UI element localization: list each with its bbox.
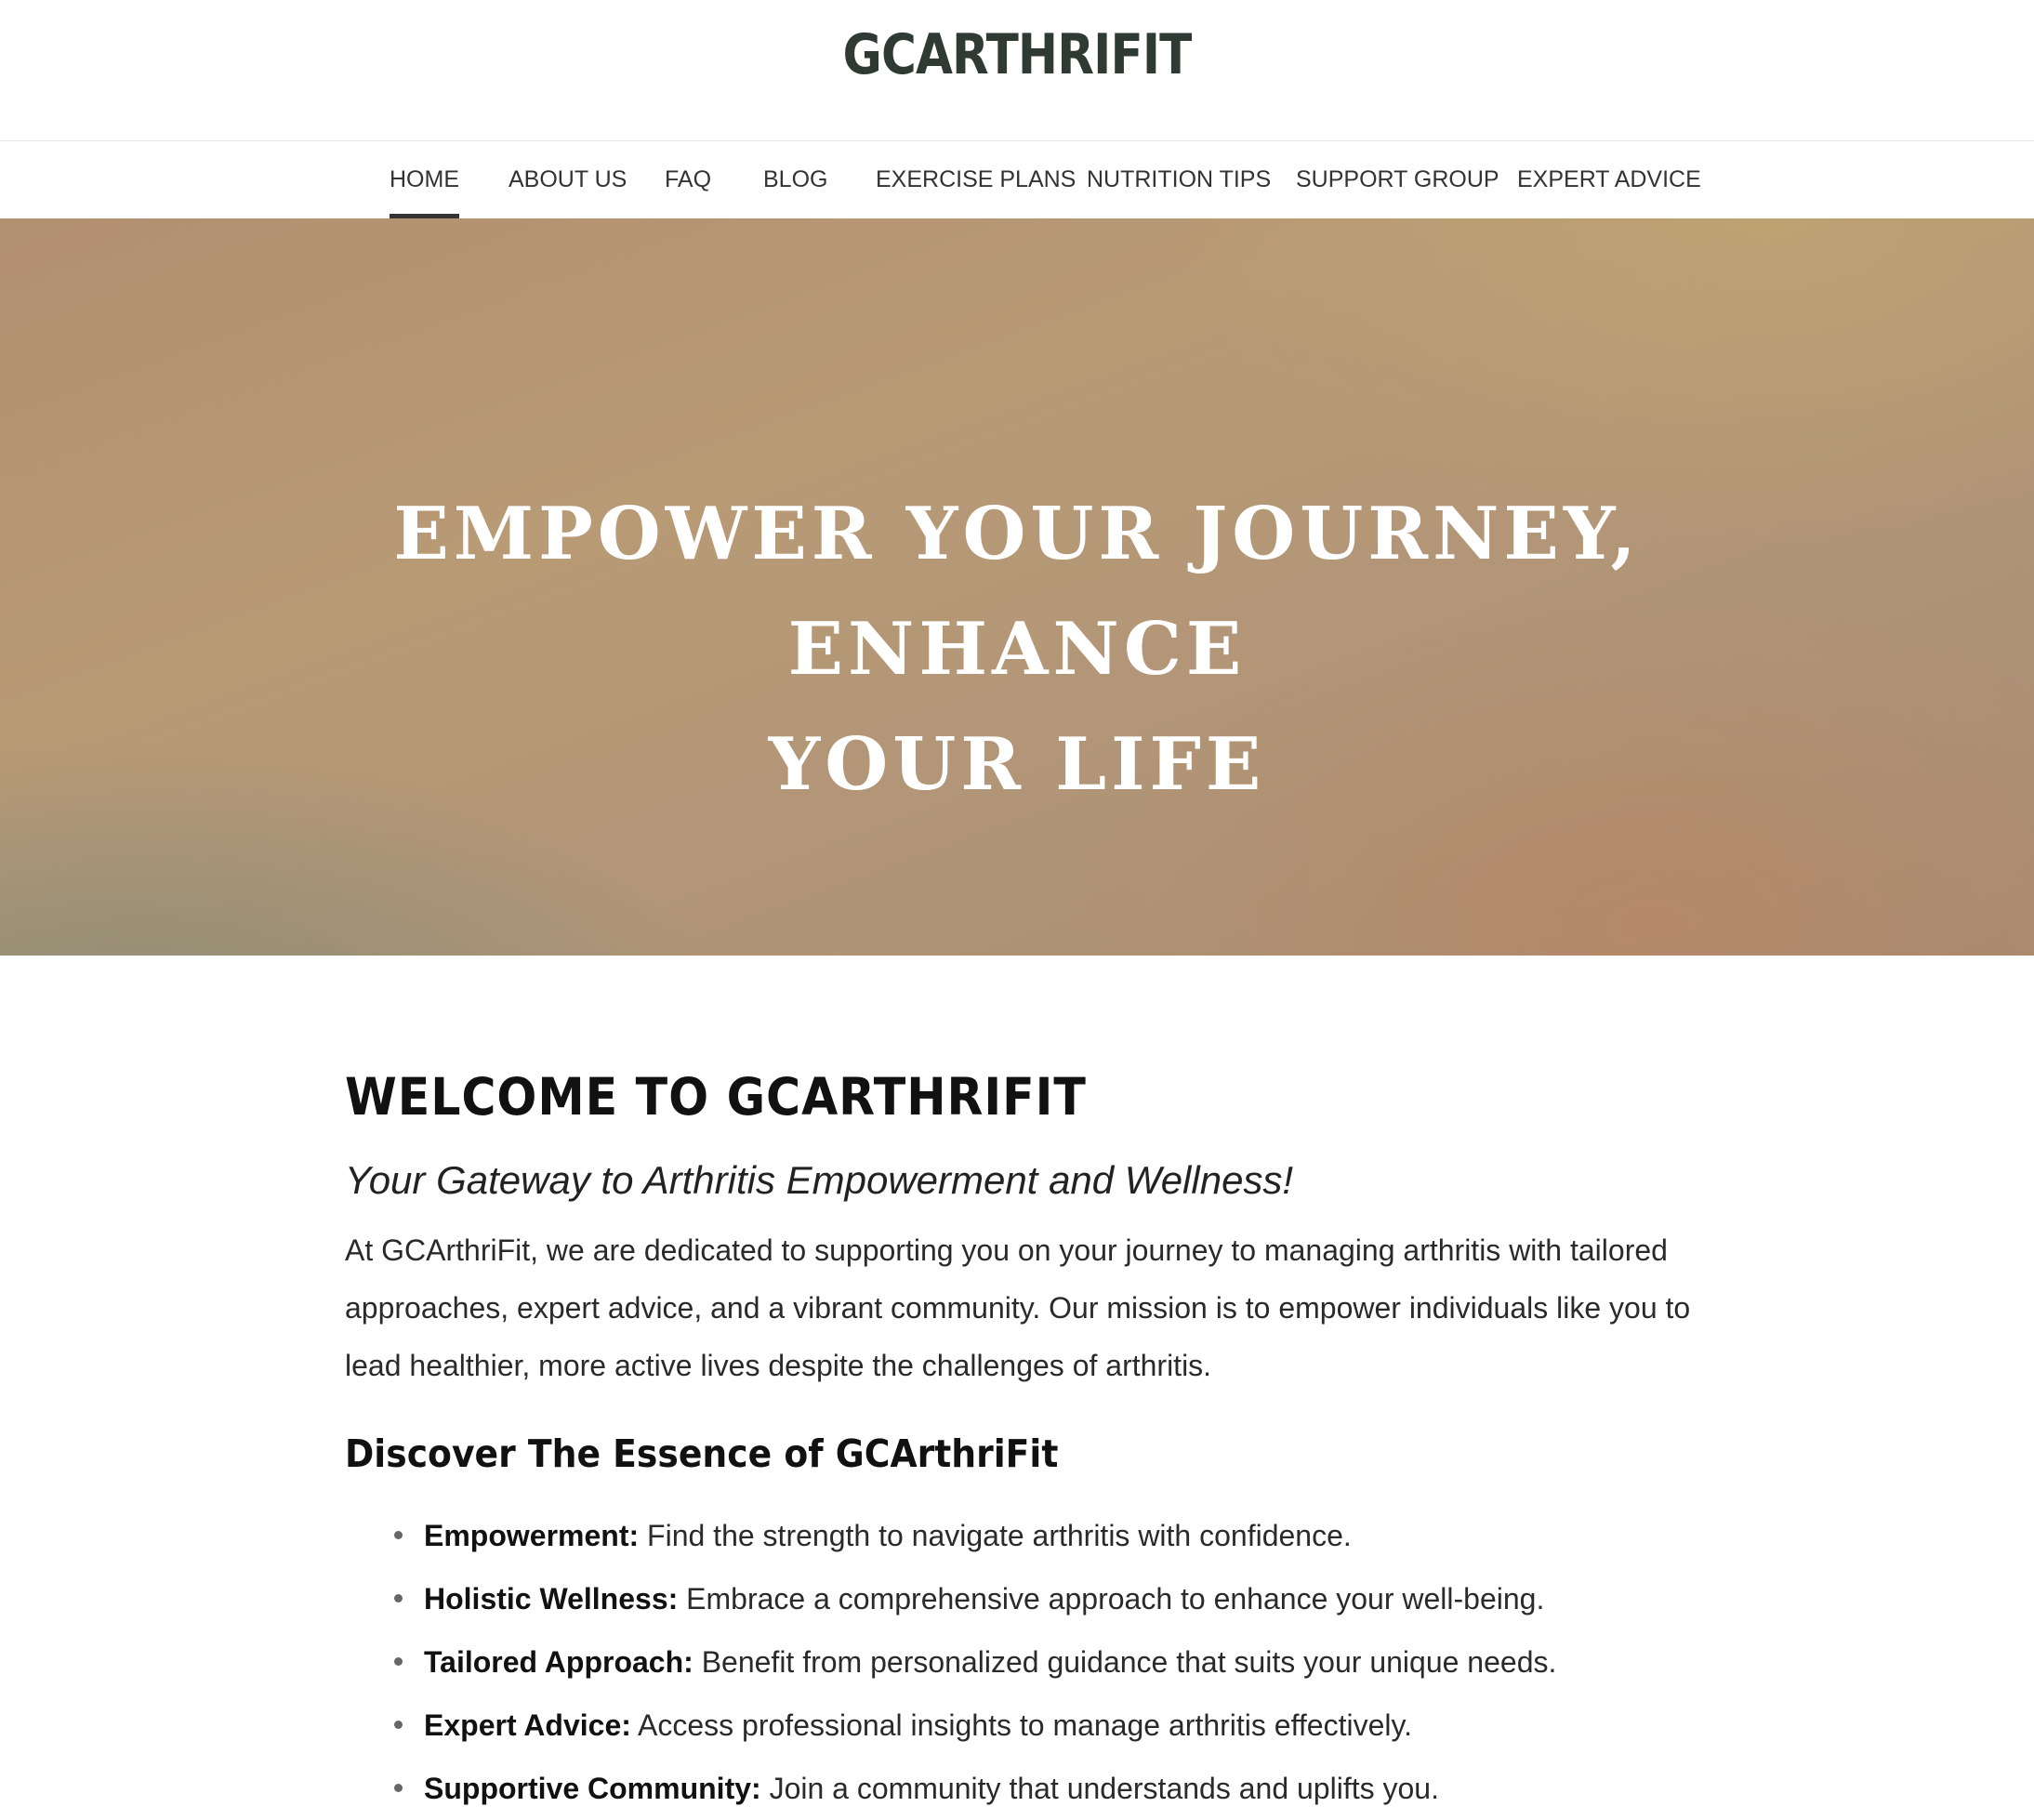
feature-text: Embrace a comprehensive approach to enha…: [678, 1582, 1545, 1616]
essence-title: Discover The Essence of GCArthriFit: [345, 1431, 1059, 1476]
nav-support-group[interactable]: SUPPORT GROUP: [1296, 141, 1499, 218]
hero-banner: EMPOWER YOUR JOURNEY, ENHANCE YOUR LIFE: [0, 218, 2034, 956]
feature-text: Join a community that understands and up…: [760, 1772, 1439, 1805]
feature-text: Access professional insights to manage a…: [630, 1708, 1412, 1742]
list-item: Supportive Community: Join a community t…: [345, 1757, 1721, 1820]
site-header: GCARTHRIFIT: [0, 0, 2034, 141]
nav-blog[interactable]: BLOG: [763, 141, 827, 218]
nav-about-us[interactable]: ABOUT US: [509, 141, 627, 218]
welcome-title: WELCOME TO GCARTHRIFIT: [345, 1067, 1087, 1127]
bullet-icon: [394, 1657, 403, 1666]
nav-nutrition-tips[interactable]: NUTRITION TIPS: [1087, 141, 1271, 218]
tagline: Your Gateway to Arthritis Empowerment an…: [345, 1158, 1294, 1202]
nav-exercise-plans[interactable]: EXERCISE PLANS: [876, 141, 1076, 218]
bullet-icon: [394, 1594, 403, 1602]
hero-heading: EMPOWER YOUR JOURNEY, ENHANCE YOUR LIFE: [227, 477, 1807, 823]
intro-paragraph: At GCArthriFit, we are dedicated to supp…: [345, 1233, 1691, 1382]
bullet-icon: [394, 1784, 403, 1792]
feature-label: Tailored Approach:: [424, 1645, 693, 1679]
hero-line-2: YOUR LIFE: [768, 722, 1266, 807]
main-nav: HOME ABOUT US FAQ BLOG EXERCISE PLANS NU…: [0, 141, 2034, 218]
bullet-icon: [394, 1721, 403, 1729]
list-item: Holistic Wellness: Embrace a comprehensi…: [345, 1567, 1721, 1630]
list-item: Expert Advice: Access professional insig…: [345, 1694, 1721, 1757]
feature-text: Benefit from personalized guidance that …: [693, 1645, 1557, 1679]
feature-label: Expert Advice:: [424, 1708, 631, 1742]
feature-label: Supportive Community:: [424, 1772, 761, 1805]
nav-home[interactable]: HOME: [390, 141, 459, 218]
site-title[interactable]: GCARTHRIFIT: [142, 22, 1892, 87]
list-item: Empowerment: Find the strength to naviga…: [345, 1504, 1721, 1567]
nav-expert-advice[interactable]: EXPERT ADVICE: [1517, 141, 1701, 218]
feature-label: Holistic Wellness:: [424, 1582, 679, 1616]
feature-text: Find the strength to navigate arthritis …: [639, 1519, 1352, 1552]
hero-line-1: EMPOWER YOUR JOURNEY, ENHANCE: [393, 492, 1641, 692]
bullet-icon: [394, 1531, 403, 1539]
feature-label: Empowerment:: [424, 1519, 640, 1552]
feature-list: Empowerment: Find the strength to naviga…: [345, 1504, 1721, 1820]
list-item: Tailored Approach: Benefit from personal…: [345, 1630, 1721, 1694]
nav-faq[interactable]: FAQ: [665, 141, 711, 218]
